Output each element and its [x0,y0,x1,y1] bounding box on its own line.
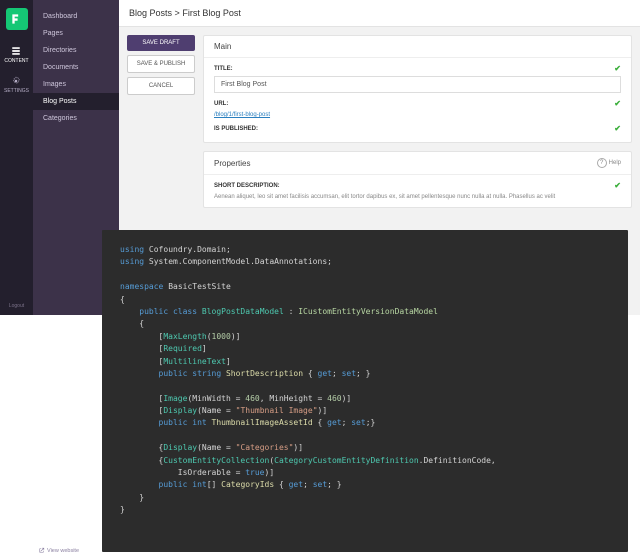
breadcrumb-sep: > [175,8,180,18]
help-link[interactable]: Help [597,158,621,168]
external-link-icon [38,547,45,554]
check-icon: ✔ [614,99,621,108]
check-icon: ✔ [614,64,621,73]
breadcrumb: Blog Posts > First Blog Post [119,0,640,27]
view-website-link[interactable]: View website [38,547,79,554]
main-panel-header: Main [204,36,631,58]
code-overlay: using Cofoundry.Domain; using System.Com… [102,230,628,552]
cancel-button[interactable]: CANCEL [127,77,195,95]
title-label: TITLE: ✔ [214,64,621,73]
content-icon [11,46,21,56]
breadcrumb-current: First Blog Post [182,8,241,18]
sidebar-item-categories[interactable]: Categories [33,110,119,127]
sidebar-item-blogposts[interactable]: Blog Posts [33,93,119,110]
check-icon: ✔ [614,181,621,190]
sidebar-item-pages[interactable]: Pages [33,25,119,42]
url-link[interactable]: /blog/1/first-blog-post [214,112,270,118]
logo-icon [10,12,24,26]
save-draft-button[interactable]: SAVE DRAFT [127,35,195,51]
check-icon: ✔ [614,124,621,133]
rail-settings[interactable]: SETTINGS [4,76,29,94]
sidebar-item-directories[interactable]: Directories [33,42,119,59]
save-publish-button[interactable]: SAVE & PUBLISH [127,55,195,73]
properties-panel-header: Properties Help [204,152,631,175]
url-label: URL: ✔ [214,99,621,108]
gear-icon [11,76,21,86]
breadcrumb-parent[interactable]: Blog Posts [129,8,172,18]
sidebar-item-dashboard[interactable]: Dashboard [33,8,119,25]
nav-rail: CONTENT SETTINGS Logout [0,0,33,315]
sidebar-item-images[interactable]: Images [33,76,119,93]
properties-panel: Properties Help SHORT DESCRIPTION: ✔ Aen… [203,151,632,208]
code-block: using Cofoundry.Domain; using System.Com… [120,244,610,517]
rail-logout[interactable]: Logout [9,303,24,309]
rail-content[interactable]: CONTENT [4,46,28,64]
short-desc-value: Aenean aliquet, leo sit amet facilisis a… [214,193,621,201]
title-input[interactable]: First Blog Post [214,76,621,93]
main-panel: Main TITLE: ✔ First Blog Post URL: ✔ /bl… [203,35,632,143]
published-label: IS PUBLISHED: ✔ [214,124,621,133]
sidebar-item-documents[interactable]: Documents [33,59,119,76]
logo[interactable] [6,8,28,30]
short-desc-label: SHORT DESCRIPTION: ✔ [214,181,621,190]
